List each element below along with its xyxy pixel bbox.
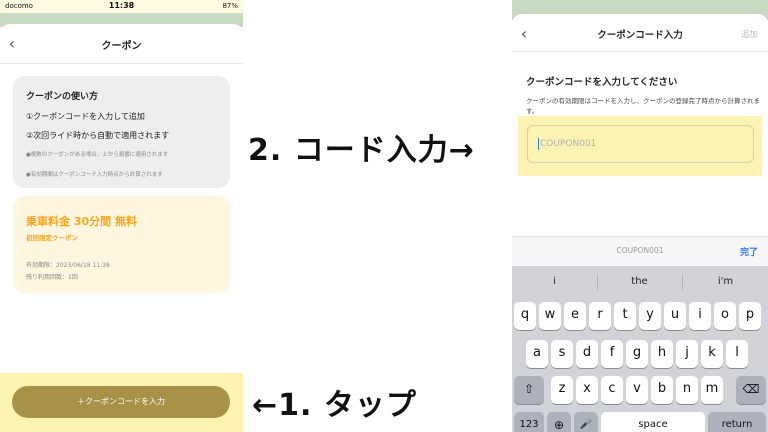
key-u[interactable]: u xyxy=(664,302,686,330)
howto-card: クーポンの使い方 ①クーポンコードを入力して追加 ②次回ライド時から自動で適用さ… xyxy=(13,76,230,188)
key-o[interactable]: o xyxy=(714,302,736,330)
prompt-description: クーポンの有効期限はコードを入力し、クーポンの登録完了時点から計算されます。 xyxy=(526,97,760,115)
coupon-code-input[interactable]: COUPON001 xyxy=(527,125,754,163)
key-y[interactable]: y xyxy=(639,302,661,330)
howto-note-1: ●複数のクーポンがある場合、上から順番に適用されます xyxy=(26,152,169,158)
screenshot-composite: docomo 11:38 87% ‹ クーポン クーポンの使い方 ①クーポンコー… xyxy=(0,0,768,432)
coupon-screen: docomo 11:38 87% ‹ クーポン クーポンの使い方 ①クーポンコー… xyxy=(0,0,243,432)
howto-step-1: ①クーポンコードを入力して追加 xyxy=(26,112,145,121)
add-button[interactable]: 追加 xyxy=(741,28,758,40)
status-bar: docomo 11:38 87% xyxy=(0,0,243,13)
enter-coupon-code-button[interactable]: ＋クーポンコードを入力 xyxy=(12,386,230,418)
keyboard: i the i'm q w e r t y u i o p a s d f g … xyxy=(512,266,768,432)
howto-note-2: ●有効期間はクーポンコード入力時点から計算されます xyxy=(26,172,163,178)
nav-bar: ‹ クーポンコード入力 追加 xyxy=(512,14,768,52)
key-k[interactable]: k xyxy=(701,340,723,368)
key-b[interactable]: b xyxy=(651,376,673,404)
done-button[interactable]: 完了 xyxy=(740,245,758,258)
shift-key-icon[interactable]: ⇧ xyxy=(514,376,544,404)
suggestion-bar: i the i'm xyxy=(512,266,768,296)
microphone-icon[interactable]: 🎤 xyxy=(574,412,598,432)
coupon-card[interactable]: 乗車料金 30分間 無料 初回限定クーポン 有効期限：2023/06/18 11… xyxy=(13,196,230,293)
key-p[interactable]: p xyxy=(739,302,761,330)
page-title: クーポン xyxy=(101,41,142,52)
coupon-code-entry-screen: ‹ クーポンコード入力 追加 クーポンコードを入力してください クーポンの有効期… xyxy=(512,0,768,432)
code-entry-sheet: ‹ クーポンコード入力 追加 クーポンコードを入力してください クーポンの有効期… xyxy=(512,14,768,236)
space-key[interactable]: space xyxy=(601,412,705,432)
key-h[interactable]: h xyxy=(651,340,673,368)
key-z[interactable]: z xyxy=(551,376,573,404)
key-n[interactable]: n xyxy=(676,376,698,404)
key-a[interactable]: a xyxy=(526,340,548,368)
key-x[interactable]: x xyxy=(576,376,598,404)
key-g[interactable]: g xyxy=(626,340,648,368)
key-r[interactable]: r xyxy=(589,302,611,330)
suggestion-3[interactable]: i'm xyxy=(683,276,768,287)
key-i[interactable]: i xyxy=(689,302,711,330)
input-placeholder: COUPON001 xyxy=(540,139,597,149)
keyboard-accessory-bar: COUPON001 完了 xyxy=(512,236,768,266)
annotation-step-1: ←1. タップ xyxy=(252,388,417,423)
key-f[interactable]: f xyxy=(601,340,623,368)
key-t[interactable]: t xyxy=(614,302,636,330)
input-highlight: COUPON001 xyxy=(518,116,762,176)
globe-icon[interactable]: ⊕ xyxy=(547,412,571,432)
coupon-title: 乗車料金 30分間 無料 xyxy=(26,215,137,228)
prompt-title: クーポンコードを入力してください xyxy=(526,77,678,88)
key-q[interactable]: q xyxy=(514,302,536,330)
coupon-expiry: 有効期限：2023/06/18 11:38 xyxy=(26,262,110,269)
battery-label: 87% xyxy=(222,2,238,10)
coupon-sheet: ‹ クーポン クーポンの使い方 ①クーポンコードを入力して追加 ②次回ライド時か… xyxy=(0,24,243,432)
suggestion-1[interactable]: i xyxy=(512,276,597,287)
key-c[interactable]: c xyxy=(601,376,623,404)
coupon-uses-left: 残り利用回数：1回 xyxy=(26,274,78,281)
key-m[interactable]: m xyxy=(701,376,723,404)
key-v[interactable]: v xyxy=(626,376,648,404)
howto-step-2: ②次回ライド時から自動で適用されます xyxy=(26,131,170,140)
bottom-highlight: ＋クーポンコードを入力 xyxy=(0,373,243,432)
coupon-subtitle: 初回限定クーポン xyxy=(26,234,78,242)
key-j[interactable]: j xyxy=(676,340,698,368)
key-l[interactable]: l xyxy=(726,340,748,368)
key-e[interactable]: e xyxy=(564,302,586,330)
suggestion-2[interactable]: the xyxy=(597,276,682,287)
nav-bar: ‹ クーポン xyxy=(0,24,243,64)
annotation-step-2: 2. コード入力→ xyxy=(248,133,475,168)
key-d[interactable]: d xyxy=(576,340,598,368)
page-title: クーポンコード入力 xyxy=(597,30,683,41)
key-s[interactable]: s xyxy=(551,340,573,368)
text-cursor xyxy=(538,137,539,150)
numbers-key[interactable]: 123 xyxy=(514,412,544,432)
delete-key-icon[interactable]: ⌫ xyxy=(736,376,766,404)
status-time: 11:38 xyxy=(108,1,135,10)
return-key[interactable]: return xyxy=(708,412,766,432)
accessory-preview: COUPON001 xyxy=(616,246,664,255)
howto-title: クーポンの使い方 xyxy=(26,92,99,102)
key-w[interactable]: w xyxy=(539,302,561,330)
